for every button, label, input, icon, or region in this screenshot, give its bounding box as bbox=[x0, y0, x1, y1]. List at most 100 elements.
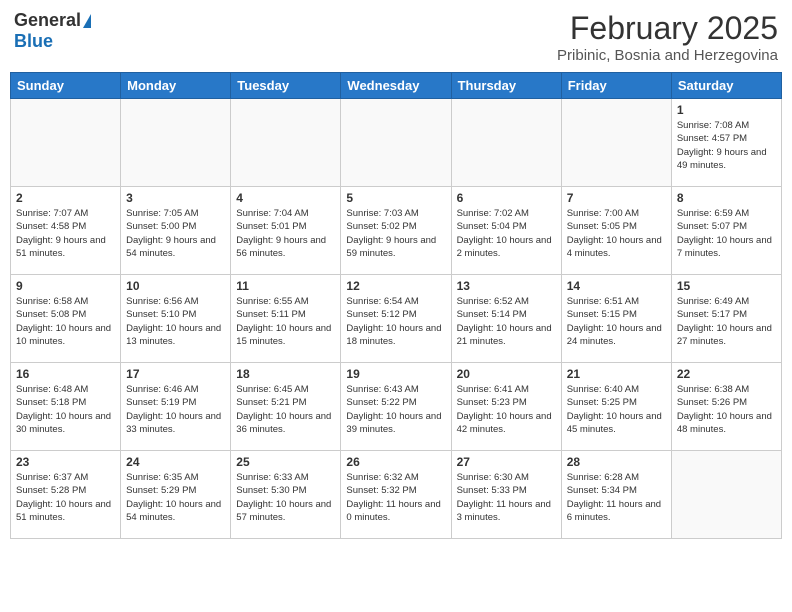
day-number: 22 bbox=[677, 367, 776, 381]
day-number: 9 bbox=[16, 279, 115, 293]
logo: General Blue bbox=[14, 10, 91, 52]
day-number: 12 bbox=[346, 279, 445, 293]
calendar-cell: 20 Sunrise: 6:41 AM Sunset: 5:23 PM Dayli… bbox=[451, 363, 561, 451]
calendar-cell: 1 Sunrise: 7:08 AM Sunset: 4:57 PM Daylig… bbox=[671, 99, 781, 187]
calendar-cell: 17 Sunrise: 6:46 AM Sunset: 5:19 PM Dayli… bbox=[121, 363, 231, 451]
logo-blue-text: Blue bbox=[14, 31, 53, 52]
day-info: Sunrise: 7:05 AM Sunset: 5:00 PM Dayligh… bbox=[126, 207, 225, 260]
day-info: Sunrise: 6:32 AM Sunset: 5:32 PM Dayligh… bbox=[346, 471, 445, 524]
day-info: Sunrise: 7:07 AM Sunset: 4:58 PM Dayligh… bbox=[16, 207, 115, 260]
day-number: 19 bbox=[346, 367, 445, 381]
day-number: 7 bbox=[567, 191, 666, 205]
calendar-cell: 5 Sunrise: 7:03 AM Sunset: 5:02 PM Daylig… bbox=[341, 187, 451, 275]
calendar-cell: 3Sunrise: 7:05 AM Sunset: 5:00 PM Daylig… bbox=[121, 187, 231, 275]
week-row-3: 9 Sunrise: 6:58 AM Sunset: 5:08 PM Daylig… bbox=[11, 275, 782, 363]
day-number: 8 bbox=[677, 191, 776, 205]
calendar-cell: 8 Sunrise: 6:59 AM Sunset: 5:07 PM Daylig… bbox=[671, 187, 781, 275]
day-info: Sunrise: 6:59 AM Sunset: 5:07 PM Dayligh… bbox=[677, 207, 776, 260]
calendar-cell: 4 Sunrise: 7:04 AM Sunset: 5:01 PM Daylig… bbox=[231, 187, 341, 275]
page-header: General Blue February 2025 Pribinic, Bos… bbox=[10, 10, 782, 64]
calendar-cell: 24 Sunrise: 6:35 AM Sunset: 5:29 PM Dayli… bbox=[121, 451, 231, 539]
day-info: Sunrise: 6:51 AM Sunset: 5:15 PM Dayligh… bbox=[567, 295, 666, 348]
day-number: 4 bbox=[236, 191, 335, 205]
month-title: February 2025 bbox=[557, 10, 778, 47]
calendar-cell bbox=[121, 99, 231, 187]
day-info: Sunrise: 6:33 AM Sunset: 5:30 PM Dayligh… bbox=[236, 471, 335, 524]
calendar-cell: 11 Sunrise: 6:55 AM Sunset: 5:11 PM Dayli… bbox=[231, 275, 341, 363]
week-row-5: 23Sunrise: 6:37 AM Sunset: 5:28 PM Dayli… bbox=[11, 451, 782, 539]
day-number: 14 bbox=[567, 279, 666, 293]
day-number: 6 bbox=[457, 191, 556, 205]
day-number: 13 bbox=[457, 279, 556, 293]
logo-general-text: General bbox=[14, 10, 81, 31]
location-subtitle: Pribinic, Bosnia and Herzegovina bbox=[557, 47, 778, 64]
calendar-cell: 26 Sunrise: 6:32 AM Sunset: 5:32 PM Dayli… bbox=[341, 451, 451, 539]
day-info: Sunrise: 6:56 AM Sunset: 5:10 PM Dayligh… bbox=[126, 295, 225, 348]
calendar-cell: 15 Sunrise: 6:49 AM Sunset: 5:17 PM Dayli… bbox=[671, 275, 781, 363]
logo-triangle-icon bbox=[83, 14, 91, 28]
calendar-cell: 27 Sunrise: 6:30 AM Sunset: 5:33 PM Dayli… bbox=[451, 451, 561, 539]
calendar-cell: 22 Sunrise: 6:38 AM Sunset: 5:26 PM Dayli… bbox=[671, 363, 781, 451]
day-number: 24 bbox=[126, 455, 225, 469]
day-info: Sunrise: 6:55 AM Sunset: 5:11 PM Dayligh… bbox=[236, 295, 335, 348]
calendar-cell: 9 Sunrise: 6:58 AM Sunset: 5:08 PM Daylig… bbox=[11, 275, 121, 363]
calendar-cell bbox=[231, 99, 341, 187]
day-number: 5 bbox=[346, 191, 445, 205]
calendar-cell: 12 Sunrise: 6:54 AM Sunset: 5:12 PM Dayli… bbox=[341, 275, 451, 363]
calendar-cell: 28 Sunrise: 6:28 AM Sunset: 5:34 PM Dayli… bbox=[561, 451, 671, 539]
calendar-cell bbox=[451, 99, 561, 187]
day-number: 1 bbox=[677, 103, 776, 117]
day-info: Sunrise: 6:28 AM Sunset: 5:34 PM Dayligh… bbox=[567, 471, 666, 524]
day-info: Sunrise: 7:00 AM Sunset: 5:05 PM Dayligh… bbox=[567, 207, 666, 260]
day-header-tuesday: Tuesday bbox=[231, 73, 341, 99]
week-row-2: 2Sunrise: 7:07 AM Sunset: 4:58 PM Daylig… bbox=[11, 187, 782, 275]
day-number: 27 bbox=[457, 455, 556, 469]
day-number: 28 bbox=[567, 455, 666, 469]
day-info: Sunrise: 6:46 AM Sunset: 5:19 PM Dayligh… bbox=[126, 383, 225, 436]
title-block: February 2025 Pribinic, Bosnia and Herze… bbox=[557, 10, 778, 64]
day-number: 17 bbox=[126, 367, 225, 381]
day-number: 20 bbox=[457, 367, 556, 381]
calendar-cell: 16 Sunrise: 6:48 AM Sunset: 5:18 PM Dayli… bbox=[11, 363, 121, 451]
day-info: Sunrise: 6:54 AM Sunset: 5:12 PM Dayligh… bbox=[346, 295, 445, 348]
calendar-cell bbox=[341, 99, 451, 187]
calendar-cell: 21Sunrise: 6:40 AM Sunset: 5:25 PM Dayli… bbox=[561, 363, 671, 451]
day-info: Sunrise: 7:04 AM Sunset: 5:01 PM Dayligh… bbox=[236, 207, 335, 260]
day-info: Sunrise: 7:08 AM Sunset: 4:57 PM Dayligh… bbox=[677, 119, 776, 172]
day-number: 16 bbox=[16, 367, 115, 381]
day-info: Sunrise: 6:49 AM Sunset: 5:17 PM Dayligh… bbox=[677, 295, 776, 348]
day-info: Sunrise: 6:37 AM Sunset: 5:28 PM Dayligh… bbox=[16, 471, 115, 524]
day-header-friday: Friday bbox=[561, 73, 671, 99]
day-info: Sunrise: 6:52 AM Sunset: 5:14 PM Dayligh… bbox=[457, 295, 556, 348]
day-number: 18 bbox=[236, 367, 335, 381]
day-header-saturday: Saturday bbox=[671, 73, 781, 99]
day-number: 25 bbox=[236, 455, 335, 469]
day-header-monday: Monday bbox=[121, 73, 231, 99]
calendar-cell: 14 Sunrise: 6:51 AM Sunset: 5:15 PM Dayli… bbox=[561, 275, 671, 363]
calendar-cell bbox=[561, 99, 671, 187]
day-info: Sunrise: 6:30 AM Sunset: 5:33 PM Dayligh… bbox=[457, 471, 556, 524]
calendar-cell: 18 Sunrise: 6:45 AM Sunset: 5:21 PM Dayli… bbox=[231, 363, 341, 451]
calendar-cell: 10 Sunrise: 6:56 AM Sunset: 5:10 PM Dayli… bbox=[121, 275, 231, 363]
calendar-header-row: SundayMondayTuesdayWednesdayThursdayFrid… bbox=[11, 73, 782, 99]
day-number: 15 bbox=[677, 279, 776, 293]
day-info: Sunrise: 6:48 AM Sunset: 5:18 PM Dayligh… bbox=[16, 383, 115, 436]
calendar-cell bbox=[671, 451, 781, 539]
calendar-cell: 13 Sunrise: 6:52 AM Sunset: 5:14 PM Dayli… bbox=[451, 275, 561, 363]
week-row-1: 1 Sunrise: 7:08 AM Sunset: 4:57 PM Daylig… bbox=[11, 99, 782, 187]
day-info: Sunrise: 7:02 AM Sunset: 5:04 PM Dayligh… bbox=[457, 207, 556, 260]
day-info: Sunrise: 6:45 AM Sunset: 5:21 PM Dayligh… bbox=[236, 383, 335, 436]
day-number: 26 bbox=[346, 455, 445, 469]
day-info: Sunrise: 6:41 AM Sunset: 5:23 PM Dayligh… bbox=[457, 383, 556, 436]
day-info: Sunrise: 6:35 AM Sunset: 5:29 PM Dayligh… bbox=[126, 471, 225, 524]
calendar-table: SundayMondayTuesdayWednesdayThursdayFrid… bbox=[10, 72, 782, 539]
calendar-cell: 19 Sunrise: 6:43 AM Sunset: 5:22 PM Dayli… bbox=[341, 363, 451, 451]
day-info: Sunrise: 7:03 AM Sunset: 5:02 PM Dayligh… bbox=[346, 207, 445, 260]
day-number: 10 bbox=[126, 279, 225, 293]
day-number: 11 bbox=[236, 279, 335, 293]
day-info: Sunrise: 6:40 AM Sunset: 5:25 PM Dayligh… bbox=[567, 383, 666, 436]
day-info: Sunrise: 6:43 AM Sunset: 5:22 PM Dayligh… bbox=[346, 383, 445, 436]
day-info: Sunrise: 6:58 AM Sunset: 5:08 PM Dayligh… bbox=[16, 295, 115, 348]
calendar-cell bbox=[11, 99, 121, 187]
day-info: Sunrise: 6:38 AM Sunset: 5:26 PM Dayligh… bbox=[677, 383, 776, 436]
